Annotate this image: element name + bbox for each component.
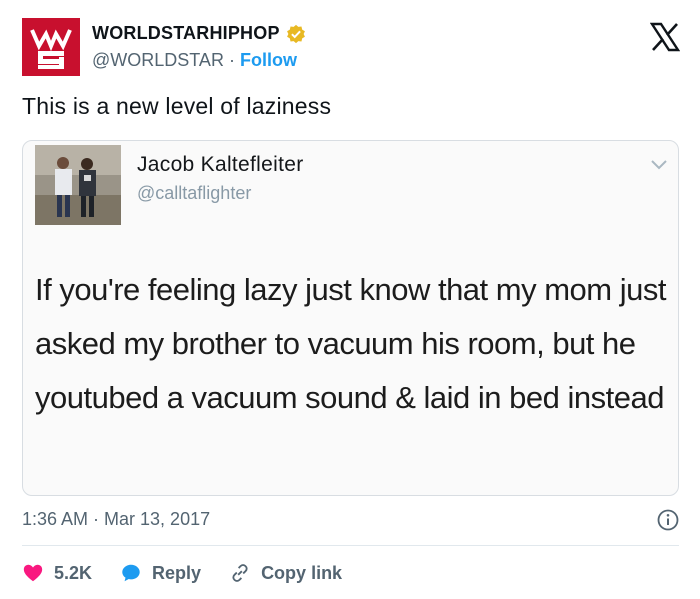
- copy-link-label: Copy link: [261, 562, 343, 583]
- chevron-down-icon: [651, 160, 667, 170]
- tweet-text: This is a new level of laziness: [22, 93, 332, 119]
- timestamp[interactable]: 1:36 AM · Mar 13, 2017: [22, 509, 210, 530]
- speech-bubble-icon: [122, 564, 140, 582]
- avatar[interactable]: [22, 18, 80, 76]
- display-name[interactable]: WORLDSTARHIPHOP: [92, 23, 280, 44]
- x-logo-icon[interactable]: [650, 22, 680, 52]
- handle[interactable]: @WORLDSTAR: [92, 50, 224, 70]
- separator: ·: [228, 50, 235, 70]
- quoted-avatar-photo: [35, 145, 121, 225]
- reply-button[interactable]: Reply: [120, 562, 201, 584]
- heart-icon: [23, 564, 43, 582]
- info-icon[interactable]: [657, 509, 679, 531]
- worldstar-logo-icon: [22, 18, 80, 76]
- copy-link-button[interactable]: Copy link: [229, 562, 342, 584]
- quoted-display-name: Jacob Kaltefleiter: [137, 153, 304, 176]
- verified-badge-icon: [286, 24, 305, 43]
- quoted-handle: @calltaflighter: [137, 183, 252, 203]
- follow-button[interactable]: Follow: [240, 50, 297, 70]
- divider: [22, 545, 679, 546]
- tweet-header: WORLDSTARHIPHOP @WORLDSTAR · Follow: [22, 18, 682, 78]
- like-button[interactable]: 5.2K: [22, 562, 92, 584]
- link-icon: [232, 564, 248, 582]
- quoted-tweet-body: If you're feeling lazy just know that my…: [35, 272, 666, 415]
- quoted-tweet-image[interactable]: Jacob Kaltefleiter @calltaflighter If yo…: [22, 140, 679, 496]
- reply-label: Reply: [152, 562, 202, 583]
- like-count: 5.2K: [54, 562, 93, 583]
- action-bar: 5.2K Reply Copy link: [22, 560, 370, 586]
